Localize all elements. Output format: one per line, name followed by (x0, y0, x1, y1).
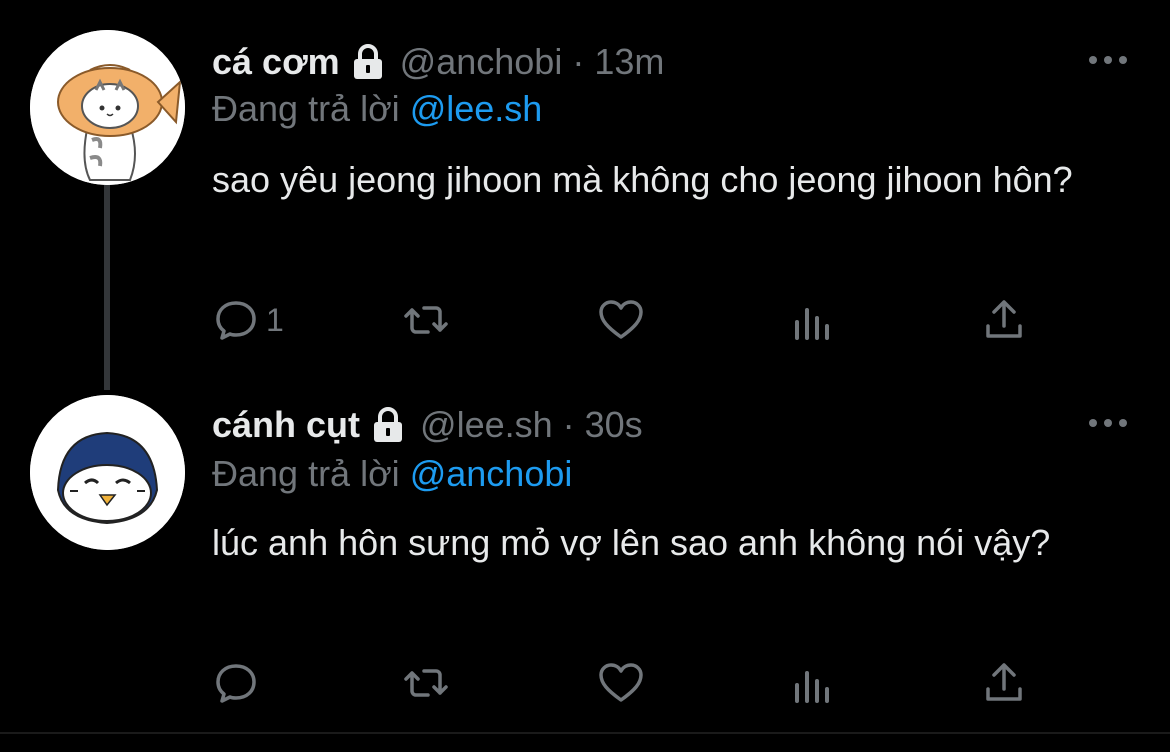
retweet-icon (402, 659, 450, 707)
thread-line (104, 185, 110, 390)
penguin-avatar[interactable] (30, 395, 185, 550)
like-icon (597, 659, 645, 707)
like-icon (597, 296, 645, 344)
user-handle[interactable]: @anchobi (400, 41, 563, 83)
share-icon (980, 296, 1028, 344)
reply-count: 1 (266, 301, 284, 338)
replying-to: Đang trả lời @anchobi (212, 453, 572, 495)
tweet-header: cá cơm @anchobi · 13m (212, 40, 664, 84)
reply-button[interactable] (212, 658, 266, 708)
analytics-icon (789, 659, 837, 707)
like-button[interactable] (597, 295, 645, 345)
tweet-header: cánh cụt @lee.sh · 30s (212, 403, 643, 447)
analytics-button[interactable] (789, 658, 837, 708)
retweet-button[interactable] (402, 658, 450, 708)
replying-prefix: Đang trả lời (212, 453, 400, 494)
like-button[interactable] (597, 658, 645, 708)
tweet-text: sao yêu jeong jihoon mà không cho jeong … (212, 159, 1073, 200)
timestamp[interactable]: 30s (585, 404, 643, 446)
share-icon (980, 659, 1028, 707)
lock-icon (348, 42, 388, 82)
share-button[interactable] (980, 295, 1028, 345)
tweet-text: lúc anh hôn sưng mỏ vợ lên sao anh không… (212, 522, 1051, 563)
analytics-icon (789, 296, 837, 344)
replying-prefix: Đang trả lời (212, 88, 400, 129)
replying-to: Đang trả lời @lee.sh (212, 88, 542, 130)
user-handle[interactable]: @lee.sh (420, 404, 553, 446)
reply-icon (212, 659, 260, 707)
more-icon[interactable] (1086, 50, 1130, 70)
divider (0, 732, 1170, 734)
reply-icon (212, 296, 260, 344)
timestamp[interactable]: 13m (594, 41, 664, 83)
more-icon[interactable] (1086, 413, 1130, 433)
lock-icon (368, 405, 408, 445)
share-button[interactable] (980, 658, 1028, 708)
fish-cat-avatar[interactable] (30, 30, 185, 185)
display-name[interactable]: cánh cụt (212, 404, 360, 446)
retweet-icon (402, 296, 450, 344)
display-name[interactable]: cá cơm (212, 41, 340, 83)
mention-link[interactable]: @lee.sh (410, 88, 543, 129)
reply-button[interactable]: 1 (212, 295, 284, 345)
action-bar (212, 658, 1042, 708)
separator-dot: · (562, 404, 575, 445)
action-bar: 1 (212, 295, 1042, 345)
analytics-button[interactable] (789, 295, 837, 345)
mention-link[interactable]: @anchobi (410, 453, 573, 494)
retweet-button[interactable] (402, 295, 450, 345)
separator-dot: · (572, 41, 585, 82)
